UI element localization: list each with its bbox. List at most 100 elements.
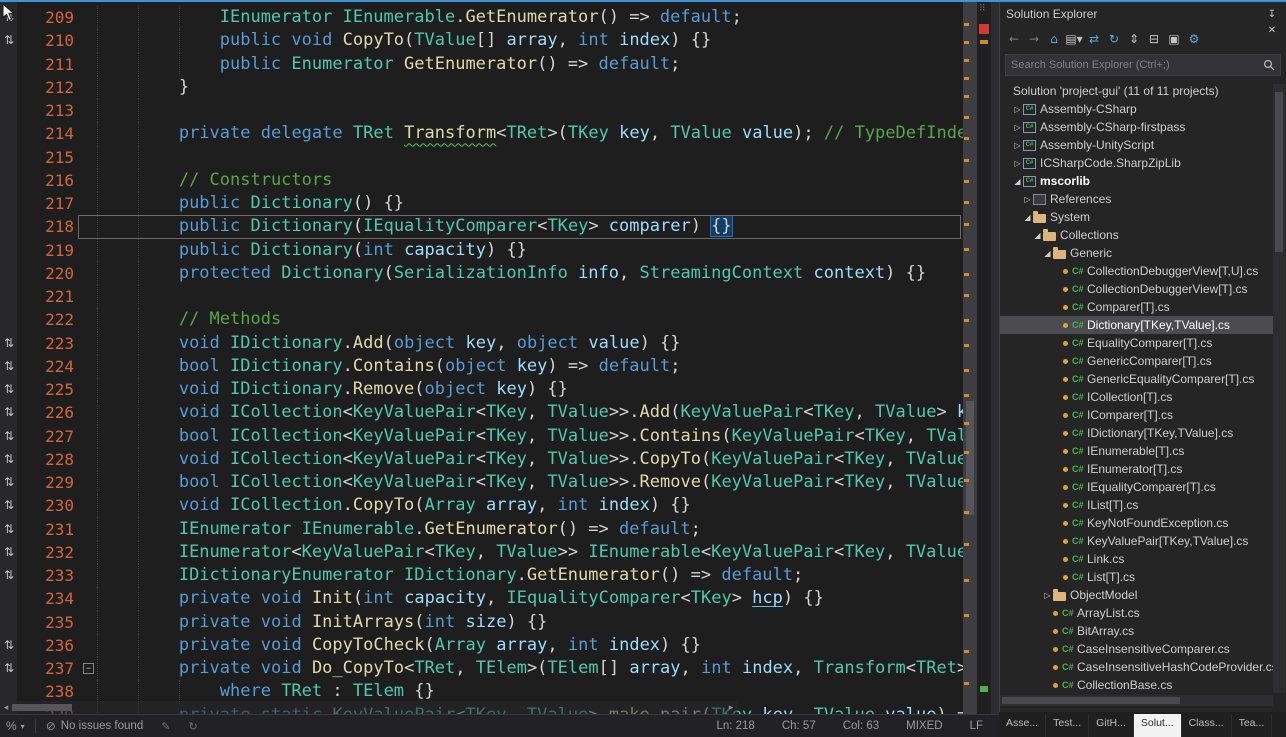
collapse-arrow-icon[interactable]: ◢	[1042, 249, 1053, 258]
line-number[interactable]: 212	[18, 76, 74, 99]
expand-arrow-icon[interactable]: ▷	[1042, 591, 1053, 600]
reference-updown-icon[interactable]: ⇅	[1, 448, 17, 471]
code-line[interactable]: 238where TRet : TElem {}	[0, 680, 963, 703]
collapse-arrow-icon[interactable]: ◢	[1022, 213, 1033, 222]
horizontal-scrollbar-thumb[interactable]	[12, 704, 72, 711]
expand-arrow-icon[interactable]: ▷	[1012, 141, 1023, 150]
code-line[interactable]: ⇅210public void CopyTo(TValue[] array, i…	[0, 29, 963, 52]
pin-icon[interactable]: ↧	[1264, 6, 1280, 22]
line-number[interactable]: 234	[18, 587, 74, 610]
tree-item[interactable]: ◢Collections	[1000, 226, 1274, 244]
reference-updown-icon[interactable]: ⇅	[1, 657, 17, 680]
line-number[interactable]: 215	[18, 146, 74, 169]
collapse-all-icon[interactable]: ⊟	[1144, 29, 1164, 49]
line-number[interactable]: 210	[18, 29, 74, 52]
line-number[interactable]: 225	[18, 378, 74, 401]
code-line[interactable]: 235private void InitArrays(int size) {}	[0, 611, 963, 634]
tree-item[interactable]: C#List[T].cs	[1000, 568, 1274, 586]
line-number[interactable]: 235	[18, 611, 74, 634]
tree-item[interactable]: ▷References	[1000, 190, 1274, 208]
tree-hscrollbar-thumb[interactable]	[1002, 697, 1180, 704]
tree-item[interactable]: C#IEqualityComparer[T].cs	[1000, 478, 1274, 496]
scroll-left-arrow-icon[interactable]: ◂	[0, 701, 12, 714]
column-indicator[interactable]: Col: 63	[843, 720, 879, 732]
nested-file-icon[interactable]: ⇕	[1124, 29, 1144, 49]
code-line[interactable]: ⇅228void ICollection<KeyValuePair<TKey, …	[0, 448, 963, 471]
tree-horizontal-scrollbar[interactable]	[1000, 695, 1273, 706]
line-number[interactable]: 227	[18, 425, 74, 448]
code-line[interactable]: ⇅225void IDictionary.Remove(object key) …	[0, 378, 963, 401]
tree-item[interactable]: C#ICollection[T].cs	[1000, 388, 1274, 406]
search-icon[interactable]	[1263, 59, 1275, 71]
tree-item[interactable]: C#EqualityComparer[T].cs	[1000, 334, 1274, 352]
line-number[interactable]: 223	[18, 332, 74, 355]
encoding-indicator[interactable]: MIXED	[906, 720, 942, 732]
code-line[interactable]: 213	[0, 99, 963, 122]
expand-arrow-icon[interactable]: ▷	[1012, 105, 1023, 114]
tree-item[interactable]: C#GenericEqualityComparer[T].cs	[1000, 370, 1274, 388]
code-line[interactable]: 220protected Dictionary(SerializationInf…	[0, 262, 963, 285]
solution-tree[interactable]: Solution 'project-gui' (11 of 11 project…	[1000, 82, 1274, 695]
tool-window-tab[interactable]: Solut...	[1134, 714, 1182, 737]
code-line[interactable]: ⇅237−private void Do_CopyTo<TRet, TElem>…	[0, 657, 963, 680]
issues-status-text[interactable]: No issues found	[61, 720, 143, 732]
expand-arrow-icon[interactable]: ▷	[1012, 159, 1023, 168]
line-number[interactable]: 229	[18, 471, 74, 494]
code-line[interactable]: 217public Dictionary() {}	[0, 192, 963, 215]
scroll-right-arrow-icon[interactable]: ▸	[725, 701, 737, 714]
show-all-files-icon[interactable]: ▣	[1164, 29, 1184, 49]
line-number[interactable]: 218	[18, 215, 74, 238]
line-number[interactable]: 238	[18, 680, 74, 703]
code-line[interactable]: ⇅224bool IDictionary.Contains(object key…	[0, 355, 963, 378]
tree-item[interactable]: C#CollectionDebuggerView[T].cs	[1000, 280, 1274, 298]
tree-item[interactable]: ▷C#Assembly-CSharp-firstpass	[1000, 118, 1274, 136]
line-number[interactable]: 220	[18, 262, 74, 285]
tree-item[interactable]: C#Link.cs	[1000, 550, 1274, 568]
splitter-grip-icon[interactable]: ⠿	[979, 4, 986, 14]
expand-arrow-icon[interactable]: ▷	[1012, 123, 1023, 132]
forward-icon[interactable]: →	[1024, 29, 1044, 49]
code-line[interactable]: 219public Dictionary(int capacity) {}	[0, 239, 963, 262]
reference-updown-icon[interactable]: ⇅	[1, 401, 17, 424]
code-line[interactable]: ⇅230void ICollection.CopyTo(Array array,…	[0, 494, 963, 517]
search-input[interactable]: Search Solution Explorer (Ctrl+;)	[1011, 59, 1263, 71]
code-line[interactable]: ⇅223void IDictionary.Add(object key, obj…	[0, 332, 963, 355]
expand-arrow-icon[interactable]: ▷	[1022, 195, 1033, 204]
line-number[interactable]: 228	[18, 448, 74, 471]
code-line[interactable]: ⇅233IDictionaryEnumerator IDictionary.Ge…	[0, 564, 963, 587]
back-icon[interactable]: ←	[1004, 29, 1024, 49]
code-editor[interactable]: ⇅209IEnumerator IEnumerable.GetEnumerato…	[0, 2, 963, 714]
tree-item[interactable]: C#IList[T].cs	[1000, 496, 1274, 514]
reference-updown-icon[interactable]: ⇅	[1, 541, 17, 564]
line-indicator[interactable]: Ln: 218	[716, 720, 754, 732]
tree-item[interactable]: C#CaseInsensitiveComparer.cs	[1000, 640, 1274, 658]
tree-item[interactable]: C#CaseInsensitiveHashCodeProvider.cs	[1000, 658, 1274, 676]
pencil-icon[interactable]: ✎	[161, 720, 170, 733]
chevron-down-icon[interactable]: ▾	[21, 722, 25, 731]
eol-indicator[interactable]: LF	[970, 720, 983, 732]
tree-item[interactable]: C#GenericComparer[T].cs	[1000, 352, 1274, 370]
char-indicator[interactable]: Ch: 57	[782, 720, 816, 732]
line-number[interactable]: 224	[18, 355, 74, 378]
reference-updown-icon[interactable]: ⇅	[1, 518, 17, 541]
home-icon[interactable]: ⌂	[1044, 29, 1064, 49]
tree-item[interactable]: C#Dictionary[TKey,TValue].cs	[1000, 316, 1274, 334]
tree-item[interactable]: ◢C#mscorlib	[1000, 172, 1274, 190]
line-number[interactable]: 211	[18, 53, 74, 76]
fold-marker[interactable]: −	[83, 663, 94, 674]
tool-window-tab[interactable]: GitH...	[1089, 714, 1134, 737]
solution-explorer-title-bar[interactable]: Solution Explorer ▾↧✕	[1000, 0, 1286, 26]
switch-views-icon[interactable]: ▤▾	[1064, 29, 1084, 49]
refresh-icon[interactable]: ↻	[1104, 29, 1124, 49]
tree-item[interactable]: Solution 'project-gui' (11 of 11 project…	[1000, 82, 1274, 100]
tree-item[interactable]: ▷C#Assembly-CSharp	[1000, 100, 1274, 118]
code-line[interactable]: 216// Constructors	[0, 169, 963, 192]
no-issues-icon[interactable]: ⊘	[46, 719, 56, 733]
tool-window-tab[interactable]: Tea...	[1232, 714, 1273, 737]
tree-item[interactable]: C#KeyNotFoundException.cs	[1000, 514, 1274, 532]
editor-vertical-scrollbar[interactable]	[963, 2, 977, 714]
collapse-arrow-icon[interactable]: ◢	[1032, 231, 1043, 240]
line-number[interactable]: 232	[18, 541, 74, 564]
tree-item[interactable]: C#Comparer[T].cs	[1000, 298, 1274, 316]
tree-vertical-scrollbar[interactable]	[1273, 84, 1285, 693]
